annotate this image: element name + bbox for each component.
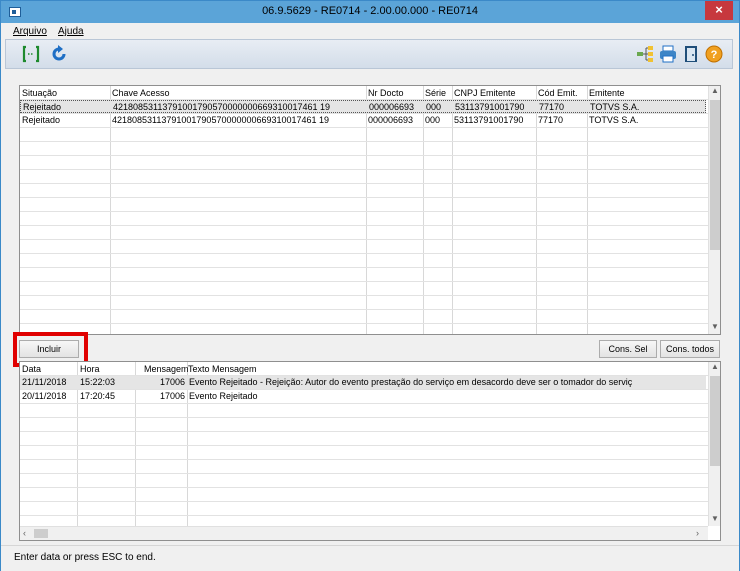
cell-emitente: TOTVS S.A. xyxy=(590,102,640,112)
app-window: 06.9.5629 - RE0714 - 2.00.00.000 - RE071… xyxy=(0,0,740,571)
table-row[interactable]: 20/11/2018 17:20:45 17006 Evento Rejeita… xyxy=(20,390,706,403)
col-nr-docto[interactable]: Nr Docto xyxy=(368,88,404,98)
table-row[interactable]: Rejeitado 421808531137910017905700000006… xyxy=(20,114,706,127)
grid-row-divider xyxy=(20,169,708,170)
cell-data: 20/11/2018 xyxy=(22,391,67,401)
refresh-icon[interactable] xyxy=(50,45,68,63)
grid-row-divider xyxy=(20,459,708,460)
col-cod-emit[interactable]: Cód Emit. xyxy=(538,88,578,98)
grid-row-divider xyxy=(20,295,708,296)
scroll-thumb[interactable] xyxy=(710,376,720,466)
cell-cnpj: 53113791001790 xyxy=(454,115,524,125)
grid-row-divider xyxy=(20,141,708,142)
cell-mensagem: 17006 xyxy=(160,377,186,387)
grid-row-divider xyxy=(20,281,708,282)
exit-door-icon[interactable] xyxy=(682,45,700,63)
cell-chave: 4218085311379100179057000000066931001746… xyxy=(113,102,331,112)
status-bar: Enter data or press ESC to end. xyxy=(1,545,739,571)
close-button[interactable]: × xyxy=(705,1,733,20)
cell-chave: 4218085311379100179057000000066931001746… xyxy=(112,115,330,125)
cell-situacao: Rejeitado xyxy=(22,115,61,125)
documents-grid[interactable]: Situação Chave Acesso Nr Docto Série CNP… xyxy=(19,85,721,335)
cell-texto: Evento Rejeitado xyxy=(189,391,258,401)
title-bar[interactable]: 06.9.5629 - RE0714 - 2.00.00.000 - RE071… xyxy=(1,1,739,23)
col-texto-mensagem[interactable]: Texto Mensagem xyxy=(188,364,257,374)
cell-serie: 000 xyxy=(425,115,441,125)
scroll-left-icon[interactable]: ‹ xyxy=(23,528,26,538)
grid-row-divider xyxy=(20,473,708,474)
scroll-up-icon[interactable]: ▲ xyxy=(709,362,720,371)
col-situacao[interactable]: Situação xyxy=(22,88,57,98)
grid-row-divider xyxy=(20,225,708,226)
grid-row-divider xyxy=(20,445,708,446)
scroll-down-icon[interactable]: ▼ xyxy=(709,322,720,331)
menu-arquivo[interactable]: Arquivo xyxy=(13,26,47,37)
col-serie[interactable]: Série xyxy=(425,88,446,98)
grid-row-divider xyxy=(20,239,708,240)
scroll-down-icon[interactable]: ▼ xyxy=(709,514,720,523)
toolbar: ? xyxy=(5,39,733,69)
grid-row-divider xyxy=(20,323,708,324)
cell-texto: Evento Rejeitado - Rejeição: Autor do ev… xyxy=(189,377,633,387)
grid-row-divider xyxy=(20,403,708,404)
cell-emitente: TOTVS S.A. xyxy=(589,115,639,125)
cell-nr-docto: 000006693 xyxy=(368,115,414,125)
scroll-right-icon[interactable]: › xyxy=(696,528,699,538)
hscroll-thumb[interactable] xyxy=(34,529,48,538)
cons-sel-button[interactable]: Cons. Sel xyxy=(599,340,657,358)
status-text: Enter data or press ESC to end. xyxy=(14,552,156,563)
grid-row-divider xyxy=(20,487,708,488)
grid-row-divider xyxy=(20,183,708,184)
bottom-grid-vscrollbar[interactable]: ▲ ▼ xyxy=(708,362,720,526)
grid-row-divider xyxy=(20,431,708,432)
grid-row-divider xyxy=(20,155,708,156)
cell-hora: 15:22:03 xyxy=(80,377,116,387)
printer-icon[interactable] xyxy=(659,45,677,63)
grid-row-divider xyxy=(20,515,708,516)
cell-serie: 000 xyxy=(426,102,442,112)
menu-bar: Arquivo Ajuda xyxy=(1,23,739,39)
cell-cod-emit: 77170 xyxy=(539,102,565,112)
col-chave-acesso[interactable]: Chave Acesso xyxy=(112,88,170,98)
help-icon[interactable]: ? xyxy=(705,45,723,63)
table-row[interactable]: 21/11/2018 15:22:03 17006 Evento Rejeita… xyxy=(20,376,706,389)
grid-row-divider xyxy=(20,501,708,502)
scroll-thumb[interactable] xyxy=(710,100,720,250)
cell-cnpj: 53113791001790 xyxy=(455,102,525,112)
col-hora[interactable]: Hora xyxy=(80,364,100,374)
cell-cod-emit: 77170 xyxy=(538,115,564,125)
svg-text:?: ? xyxy=(711,49,718,61)
col-cnpj-emitente[interactable]: CNPJ Emitente xyxy=(454,88,516,98)
messages-grid[interactable]: Data Hora Mensagem Texto Mensagem 21/11/… xyxy=(19,361,721,541)
cell-situacao: Rejeitado xyxy=(23,102,62,112)
cell-hora: 17:20:45 xyxy=(80,391,116,401)
table-row[interactable]: Rejeitado 421808531137910017905700000006… xyxy=(20,100,706,113)
scroll-up-icon[interactable]: ▲ xyxy=(709,86,720,95)
grid-row-divider xyxy=(20,309,708,310)
cell-mensagem: 17006 xyxy=(160,391,186,401)
select-range-icon[interactable] xyxy=(22,45,40,63)
col-emitente[interactable]: Emitente xyxy=(589,88,625,98)
menu-ajuda[interactable]: Ajuda xyxy=(58,26,84,37)
window-title: 06.9.5629 - RE0714 - 2.00.00.000 - RE071… xyxy=(262,5,478,17)
grid-row-divider xyxy=(20,267,708,268)
tree-structure-icon[interactable] xyxy=(636,45,654,63)
grid-row-divider xyxy=(20,197,708,198)
grid-row-divider xyxy=(20,417,708,418)
cons-todos-button[interactable]: Cons. todos xyxy=(660,340,720,358)
cell-data: 21/11/2018 xyxy=(22,377,67,387)
grid-row-divider xyxy=(20,253,708,254)
col-data[interactable]: Data xyxy=(22,364,41,374)
grid-row-divider xyxy=(20,127,708,128)
top-grid-scrollbar[interactable]: ▲ ▼ xyxy=(708,86,720,334)
col-mensagem[interactable]: Mensagem xyxy=(144,364,189,374)
cell-nr-docto: 000006693 xyxy=(369,102,415,112)
grid-row-divider xyxy=(20,211,708,212)
bottom-grid-hscrollbar[interactable]: ‹ › xyxy=(20,526,708,540)
